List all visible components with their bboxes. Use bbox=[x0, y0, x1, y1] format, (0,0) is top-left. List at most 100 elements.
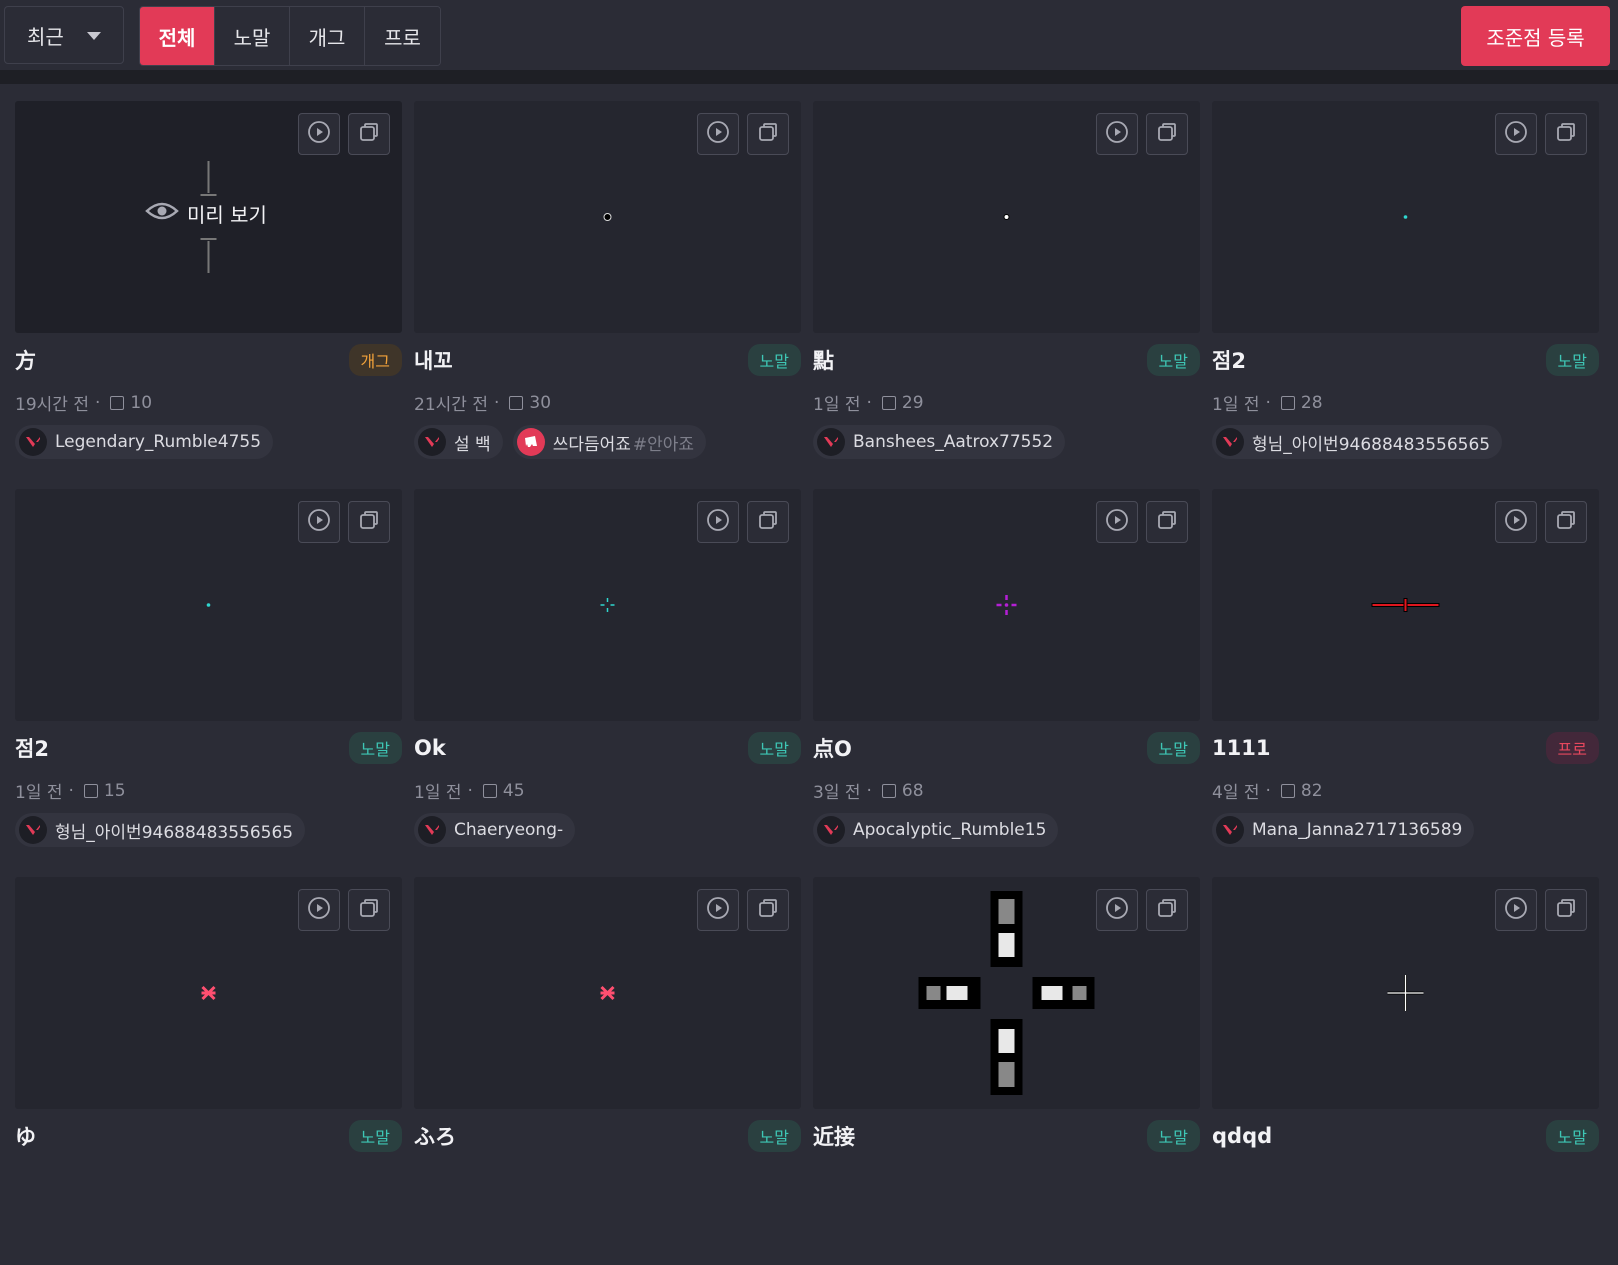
crosshair-card[interactable]: 미리 보기 方 개그 19시간 전 · 10 Legendary_Rumble4… bbox=[15, 101, 402, 489]
copy-count: 10 bbox=[130, 392, 153, 413]
card-title: 내꼬 bbox=[414, 349, 453, 373]
copy-count: 82 bbox=[1300, 780, 1323, 801]
crosshair-card[interactable]: 내꼬 노말 21시간 전 · 30 설 백 쓰다듬어죠 #안아죠 bbox=[414, 101, 801, 489]
crosshair-card[interactable]: ふろ 노말 bbox=[414, 877, 801, 1265]
user-chip[interactable]: 형님_아이번94688483556565 bbox=[15, 813, 306, 847]
card-title-row: ゆ 노말 bbox=[15, 1120, 402, 1152]
card-users: Apocalyptic_Rumble15 bbox=[813, 813, 1059, 847]
crosshair-thumbnail[interactable] bbox=[414, 877, 801, 1109]
tab-gag[interactable]: 개그 bbox=[290, 7, 365, 65]
crosshair-thumbnail[interactable] bbox=[414, 489, 801, 721]
category-badge: 노말 bbox=[348, 732, 402, 764]
play-icon bbox=[307, 120, 331, 148]
play-button[interactable] bbox=[1096, 889, 1138, 931]
crosshair-card[interactable]: 点O 노말 3일 전 · 68 Apocalyptic_Rumble15 bbox=[813, 489, 1200, 877]
card-title: 近接 bbox=[813, 1125, 855, 1149]
card-title-row: 点O 노말 bbox=[813, 732, 1200, 764]
user-name: Apocalyptic_Rumble15 bbox=[853, 820, 1047, 840]
crosshair-thumbnail[interactable] bbox=[813, 101, 1200, 333]
play-button[interactable] bbox=[1495, 501, 1537, 543]
crosshair-card[interactable]: Ok 노말 1일 전 · 45 Chaeryeong- bbox=[414, 489, 801, 877]
created-time: 3일 전 bbox=[813, 783, 861, 803]
user-chip[interactable]: Chaeryeong- bbox=[414, 813, 576, 847]
crosshair-thumbnail[interactable] bbox=[813, 489, 1200, 721]
riot-icon bbox=[516, 428, 545, 456]
user-chip[interactable]: 설 백 bbox=[414, 425, 503, 459]
card-meta: 1일 전 · 28 bbox=[1212, 390, 1323, 416]
crosshair-thumbnail[interactable] bbox=[813, 877, 1200, 1109]
card-title-row: ふろ 노말 bbox=[414, 1120, 801, 1152]
copy-button[interactable] bbox=[1545, 889, 1587, 931]
copy-count-icon bbox=[509, 395, 524, 410]
play-button[interactable] bbox=[298, 501, 340, 543]
copy-button[interactable] bbox=[348, 889, 390, 931]
play-button[interactable] bbox=[1096, 501, 1138, 543]
crosshair-card[interactable]: 점2 노말 1일 전 · 28 형님_아이번94688483556565 bbox=[1212, 101, 1599, 489]
copy-icon bbox=[357, 120, 381, 148]
play-button[interactable] bbox=[1495, 889, 1537, 931]
created-time: 1일 전 bbox=[1212, 395, 1260, 415]
copy-button[interactable] bbox=[1146, 889, 1188, 931]
crosshair-card[interactable]: 點 노말 1일 전 · 29 Banshees_Aatrox77552 bbox=[813, 101, 1200, 489]
tab-normal[interactable]: 노말 bbox=[215, 7, 290, 65]
play-button[interactable] bbox=[697, 113, 739, 155]
user-chip[interactable]: Mana_Janna2717136589 bbox=[1212, 813, 1475, 847]
crosshair-thumbnail[interactable] bbox=[1212, 877, 1599, 1109]
user-name: Mana_Janna2717136589 bbox=[1252, 820, 1463, 840]
crosshair-card[interactable]: ゆ 노말 bbox=[15, 877, 402, 1265]
crosshair-card[interactable]: qdqd 노말 bbox=[1212, 877, 1599, 1265]
crosshair-card[interactable]: 近接 노말 bbox=[813, 877, 1200, 1265]
copy-count: 29 bbox=[901, 392, 924, 413]
copy-icon bbox=[756, 508, 780, 536]
card-title: 1111 bbox=[1212, 736, 1271, 760]
copy-button[interactable] bbox=[348, 113, 390, 155]
category-badge: 노말 bbox=[348, 1120, 402, 1152]
tab-pro[interactable]: 프로 bbox=[365, 7, 440, 65]
user-chip[interactable]: Legendary_Rumble4755 bbox=[15, 425, 274, 459]
copy-button[interactable] bbox=[747, 889, 789, 931]
play-button[interactable] bbox=[298, 889, 340, 931]
user-chip[interactable]: Banshees_Aatrox77552 bbox=[813, 425, 1066, 459]
user-chip[interactable]: 형님_아이번94688483556565 bbox=[1212, 425, 1503, 459]
copy-button[interactable] bbox=[348, 501, 390, 543]
crosshair-thumbnail[interactable] bbox=[1212, 489, 1599, 721]
crosshair-card[interactable]: 점2 노말 1일 전 · 15 형님_아이번94688483556565 bbox=[15, 489, 402, 877]
copy-icon bbox=[1155, 508, 1179, 536]
copy-button[interactable] bbox=[747, 113, 789, 155]
copy-count-icon bbox=[1280, 395, 1295, 410]
copy-count-icon bbox=[881, 395, 896, 410]
copy-icon bbox=[756, 120, 780, 148]
card-meta: 4일 전 · 82 bbox=[1212, 778, 1323, 804]
user-chip[interactable]: Apocalyptic_Rumble15 bbox=[813, 813, 1059, 847]
copy-button[interactable] bbox=[1146, 113, 1188, 155]
crosshair-card[interactable]: 1111 프로 4일 전 · 82 Mana_Janna2717136589 bbox=[1212, 489, 1599, 877]
copy-button[interactable] bbox=[1545, 501, 1587, 543]
crosshair-preview-graphic bbox=[1371, 598, 1440, 612]
card-title: 点O bbox=[813, 737, 852, 761]
play-button[interactable] bbox=[1096, 113, 1138, 155]
copy-button[interactable] bbox=[747, 501, 789, 543]
crosshair-thumbnail[interactable] bbox=[15, 489, 402, 721]
play-button[interactable] bbox=[697, 501, 739, 543]
category-badge: 개그 bbox=[348, 344, 402, 376]
crosshair-thumbnail[interactable] bbox=[15, 877, 402, 1109]
register-crosshair-button[interactable]: 조준점 등록 bbox=[1461, 6, 1610, 66]
crosshair-thumbnail[interactable] bbox=[414, 101, 801, 333]
preview-overlay[interactable]: 미리 보기 bbox=[145, 199, 267, 228]
copy-button[interactable] bbox=[1545, 113, 1587, 155]
crosshair-thumbnail[interactable]: 미리 보기 bbox=[15, 101, 402, 333]
crosshair-thumbnail[interactable] bbox=[1212, 101, 1599, 333]
chevron-down-icon bbox=[87, 32, 101, 40]
play-button[interactable] bbox=[1495, 113, 1537, 155]
sort-dropdown[interactable]: 최근 bbox=[4, 6, 124, 64]
card-users: 설 백 쓰다듬어죠 #안아죠 bbox=[414, 425, 707, 459]
play-button[interactable] bbox=[697, 889, 739, 931]
play-icon bbox=[1504, 508, 1528, 536]
tab-all[interactable]: 전체 bbox=[140, 7, 215, 65]
top-toolbar: 최근 전체 노말 개그 프로 조준점 등록 bbox=[0, 0, 1618, 70]
card-users: 형님_아이번94688483556565 bbox=[15, 813, 306, 847]
play-button[interactable] bbox=[298, 113, 340, 155]
card-title: 方 bbox=[15, 349, 36, 373]
copy-button[interactable] bbox=[1146, 501, 1188, 543]
user-chip[interactable]: 쓰다듬어죠 #안아죠 bbox=[512, 425, 707, 459]
